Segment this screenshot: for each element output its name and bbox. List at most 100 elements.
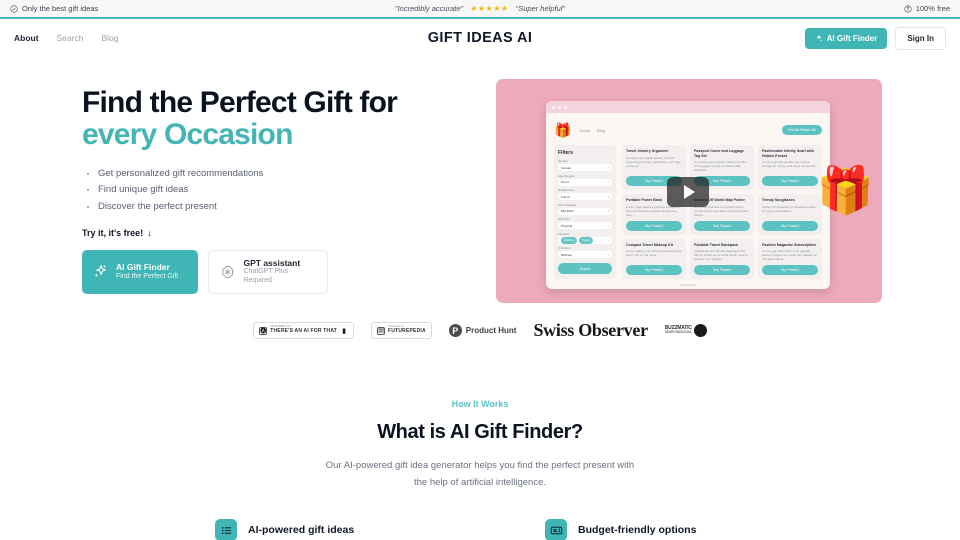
logo-bold-text: FUTUREPEDIA: [388, 328, 426, 335]
list-item: Find unique gift ideas: [98, 182, 484, 199]
product-title: Travel Jewelry Organizer: [626, 149, 669, 153]
chevron-down-icon: ▾: [607, 194, 609, 199]
chevron-down-icon: ▾: [607, 209, 609, 213]
logo-small-text: SEARCH&SOCIAL: [664, 330, 692, 335]
logo-swiss-observer: Swiss Observer: [533, 320, 648, 340]
filter-select-gift-type: Physical ▾: [558, 222, 612, 229]
header-ai-gift-finder-button[interactable]: AI Gift Finder: [804, 27, 888, 49]
hero-cta-primary-subtitle: Find the Perfect Gift: [116, 272, 179, 280]
product-title: Fashionable Infinity Scarf with Hidden P…: [762, 149, 814, 158]
buzzmatic-mark-icon: [693, 324, 707, 337]
filter-select-price: $50-$100 ▾: [558, 207, 612, 215]
taaft-badge-icon: ▮: [342, 327, 346, 335]
filter-label: Gift Type: [558, 217, 570, 221]
badge-icon: [904, 4, 912, 13]
header-actions: AI Gift Finder Sign In: [804, 26, 946, 50]
buy-product-button: Buy Product: [762, 176, 818, 187]
product-card: Fashion Magazine Subscription A one-year …: [758, 238, 822, 279]
filter-label: Age Ranges: [558, 173, 575, 178]
mockup-product-grid: Travel Jewelry Organizer Compact and styl…: [622, 145, 822, 279]
buy-product-button: Buy Product: [762, 265, 818, 275]
product-desc: Stylish UV protection sunglasses perfect…: [762, 204, 816, 213]
list-icon: [215, 519, 237, 540]
hero-cta-secondary-subtitle: ChatGPT Plus Required: [243, 268, 289, 285]
try-it-free-text: Try it, it's free! ↓: [82, 228, 484, 238]
filter-label: Price Ranges: [558, 202, 577, 207]
site-header: About Search Blog GIFT IDEAS AI AI Gift …: [0, 19, 960, 57]
hero-gpt-assistant-button[interactable]: GPT assistant ChatGPT Plus Required: [208, 249, 328, 294]
announcement-center: "Incredibly accurate" ★★★★★ "Super helpf…: [0, 4, 960, 13]
announcement-left: Only the best gift ideas: [10, 4, 98, 13]
mockup-footer: Data Privacy: [679, 283, 697, 287]
hero-bullet-list: Get personalized gift recommendations Fi…: [98, 166, 484, 216]
section-eyebrow: How It Works: [451, 399, 509, 409]
feature-ai-powered-gift-ideas: AI-powered gift ideas: [215, 519, 415, 540]
interest-tags: Fashion Travel: [561, 236, 593, 244]
play-icon[interactable]: [667, 176, 709, 207]
chevron-down-icon: ▾: [607, 223, 609, 228]
sparkles-icon: [816, 34, 823, 42]
logo-product-hunt: P Product Hunt: [448, 324, 517, 337]
filter-select-relationship: Friend ▾: [558, 193, 612, 200]
how-it-works-section: How It Works What is AI Gift Finder? Our…: [0, 399, 960, 491]
quote-left: "Incredibly accurate": [394, 4, 464, 13]
play-triangle: [684, 184, 695, 199]
product-title: Passport Cover and Luggage Tag Set: [694, 149, 744, 158]
window-dot-icon: [552, 105, 555, 109]
hero-copy: Find the Perfect Gift for every Occasion…: [14, 79, 484, 304]
hero-cta-secondary-title: GPT assistant: [243, 257, 301, 268]
mockup-main: Filters Gender Female ▾ Age Ranges 18-24 ▾…: [554, 145, 822, 279]
hero-section: Find the Perfect Gift for every Occasion…: [0, 57, 960, 304]
product-desc: A slim, high-capacity portable charger t…: [626, 204, 680, 217]
header-ai-gift-finder-label: AI Gift Finder: [826, 33, 878, 43]
hero-title-line1: Find the Perfect Gift for: [82, 86, 398, 119]
try-it-label: Try it, it's free!: [82, 227, 144, 238]
logo-futurepedia: ▤ Featured on FUTUREPEDIA: [371, 322, 432, 339]
filter-value: Friend: [561, 194, 570, 199]
mockup-nav: Home Blog: [579, 128, 605, 133]
nav-item-search[interactable]: Search: [57, 33, 84, 43]
mockup-header: 🎁 Home Blog Find the Perfect Gift: [554, 119, 822, 141]
sign-in-button[interactable]: Sign In: [895, 26, 946, 50]
section-lede-line2: the help of artificial intelligence.: [413, 476, 547, 488]
product-desc: A one-year subscription to a popular fas…: [762, 249, 818, 262]
logo-bold-text: THERE'S AN AI FOR THAT: [270, 328, 338, 335]
product-desc: A matching faux leather passport holder …: [694, 160, 747, 173]
star-rating-icon: ★★★★★: [470, 4, 509, 13]
product-title: Trendy Sunglasses: [762, 198, 795, 203]
mockup-filters-panel: Filters Gender Female ▾ Age Ranges 18-24 ▾…: [554, 145, 616, 279]
filter-label: Interests: [558, 231, 570, 236]
mockup-cta-button: Find the Perfect Gift: [781, 125, 822, 135]
nav-item-about[interactable]: About: [14, 33, 39, 43]
filter-label: Gender: [558, 159, 569, 163]
filter-value: 18-24: [561, 180, 569, 184]
mockup-nav-blog: Blog: [597, 127, 606, 133]
logo-bold-text: Product Hunt: [465, 326, 517, 335]
announcement-right: 100% free: [904, 4, 950, 13]
product-desc: Compact and stylish jewelry case for org…: [626, 155, 681, 168]
buy-product-button: Buy Product: [694, 265, 750, 275]
interest-tag: Fashion: [561, 236, 577, 244]
hero-ai-gift-finder-button[interactable]: AI Gift Finder Find the Perfect Gift: [82, 249, 198, 294]
feature-label: AI-powered gift ideas: [248, 524, 355, 537]
product-card: Foldable Travel Backpack Lightweight and …: [690, 238, 754, 279]
gift-box-3d-icon: 🎁: [816, 164, 874, 216]
buy-product-button: Buy Product: [762, 220, 818, 231]
product-title: Fashion Magazine Subscription: [762, 242, 816, 247]
window-dot-icon: [564, 105, 567, 109]
list-item: Get personalized gift recommendations: [98, 166, 484, 183]
sparkle-wand-icon: [94, 265, 106, 278]
check-circle-icon: [10, 4, 18, 13]
mockup-title-bar: [546, 101, 830, 113]
product-desc: A chic scarf that doubles as a secret st…: [762, 160, 817, 169]
hero-video-preview[interactable]: 🎁 Home Blog Find the Perfect Gift Filter…: [494, 79, 882, 304]
filter-value: Female: [561, 165, 572, 170]
taaft-mark-icon: 🅐: [259, 326, 268, 335]
feature-label: Budget-friendly options: [578, 524, 697, 537]
nav-item-blog[interactable]: Blog: [101, 33, 118, 43]
announcement-bar: Only the best gift ideas "Incredibly acc…: [0, 0, 960, 19]
filter-label: Occasion: [558, 246, 571, 250]
mockup-search-button: Search: [558, 263, 612, 274]
mockup-filters-title: Filters: [558, 150, 574, 156]
feature-list: AI-powered gift ideas Budget-friendly op…: [0, 519, 960, 540]
